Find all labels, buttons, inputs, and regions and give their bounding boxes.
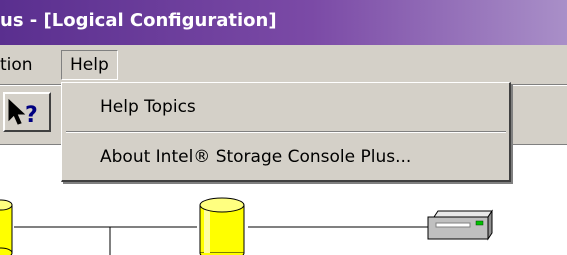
title-bar: us - [Logical Configuration] bbox=[0, 0, 567, 45]
pointer-question-icon: ? bbox=[8, 98, 38, 128]
cylinder-icon[interactable] bbox=[199, 197, 245, 255]
menu-item-partial[interactable]: tion bbox=[0, 55, 33, 75]
disk-drive-icon[interactable] bbox=[427, 209, 493, 241]
menu-bar: tion Help bbox=[0, 45, 567, 85]
help-menu-dropdown: Help Topics About Intel® Storage Console… bbox=[61, 82, 511, 182]
whats-this-help-button[interactable]: ? bbox=[3, 92, 51, 132]
cylinder-icon[interactable] bbox=[0, 199, 13, 255]
menu-help[interactable]: Help bbox=[61, 50, 118, 80]
menu-item-about[interactable]: About Intel® Storage Console Plus... bbox=[100, 147, 411, 167]
window-title: us - [Logical Configuration] bbox=[0, 10, 277, 31]
menu-separator bbox=[66, 131, 506, 133]
question-glyph: ? bbox=[25, 103, 38, 128]
menu-item-help-topics[interactable]: Help Topics bbox=[100, 97, 196, 117]
